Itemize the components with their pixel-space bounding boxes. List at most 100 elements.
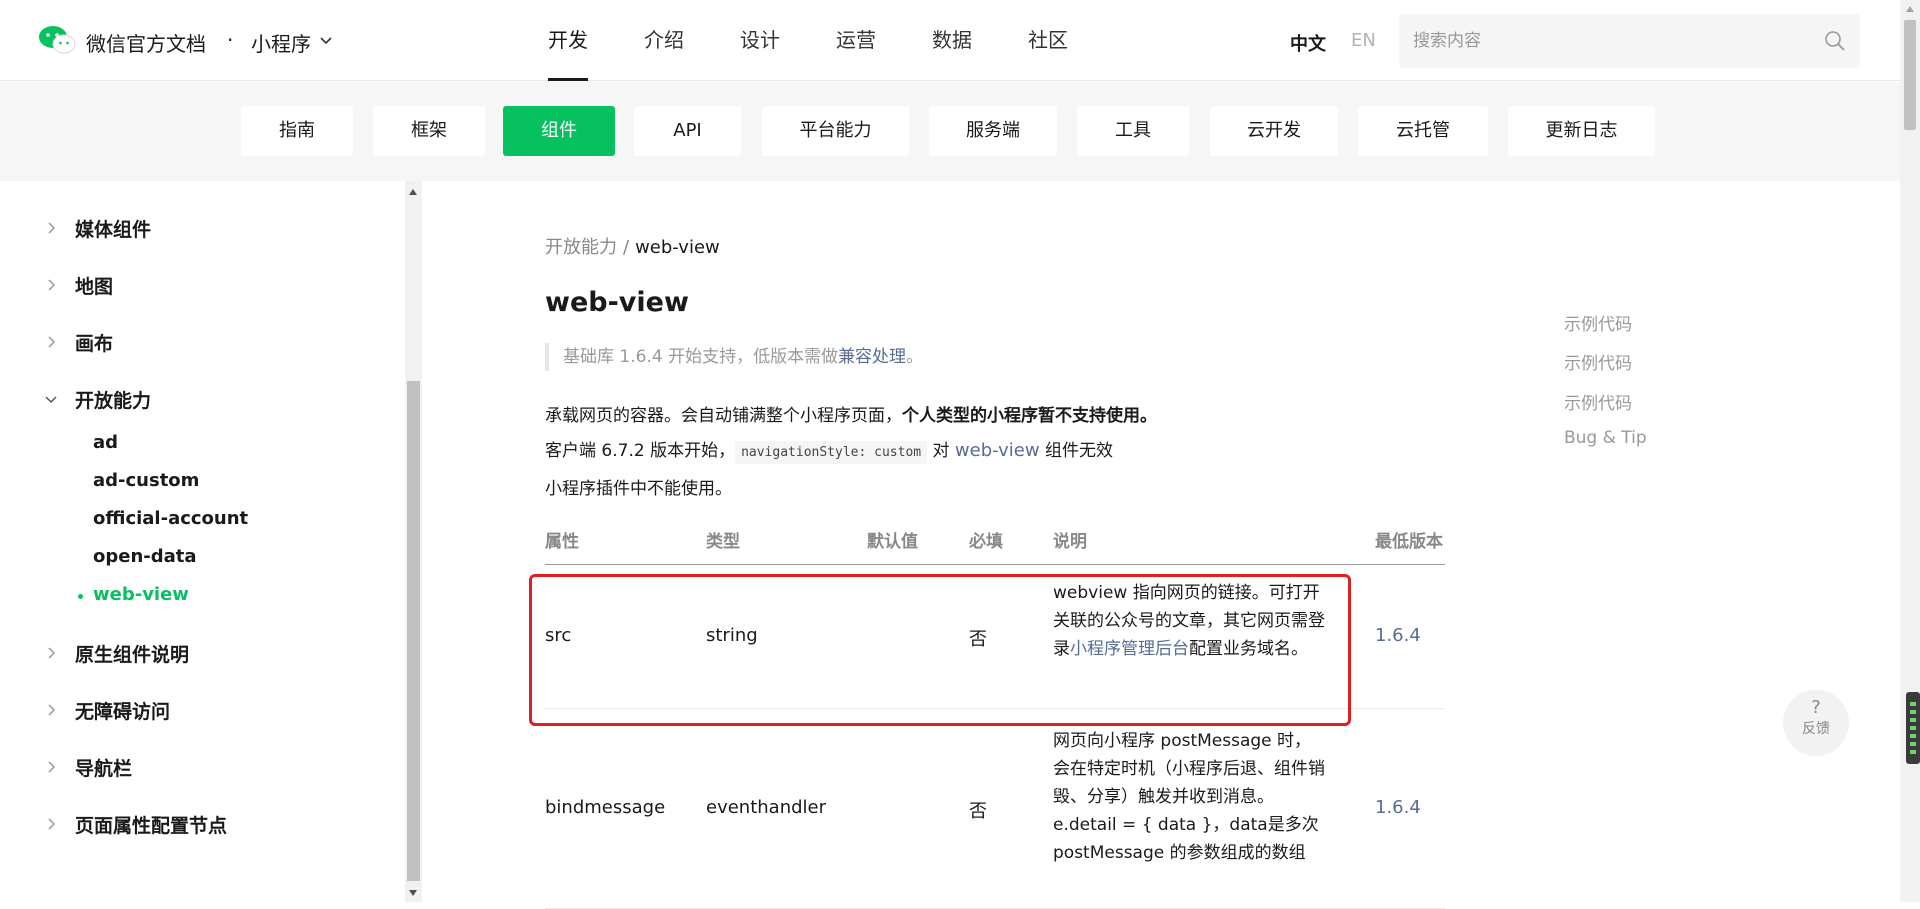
category-server[interactable]: 服务端 — [929, 106, 1057, 156]
active-dot-icon — [78, 594, 83, 599]
chevron-down-icon[interactable] — [320, 35, 332, 47]
nav-intro[interactable]: 介绍 — [644, 0, 684, 81]
client-note-suffix: 组件无效 — [1039, 441, 1113, 461]
chevron-right-icon — [48, 279, 56, 291]
category-platform[interactable]: 平台能力 — [762, 106, 909, 156]
toc-item-example-3[interactable]: 示例代码 — [1564, 389, 1632, 414]
cell-required: 否 — [969, 629, 987, 650]
search-input[interactable] — [1413, 14, 1813, 68]
top-header: 微信官方文档 · 小程序 开发 介绍 设计 运营 数据 社区 中文 EN — [0, 0, 1900, 81]
client-note-paragraph: 客户端 6.7.2 版本开始， navigationStyle: custom 对… — [545, 436, 1113, 464]
admin-console-link[interactable]: 小程序管理后台 — [1070, 639, 1189, 659]
toc-item-bug-tip[interactable]: Bug & Tip — [1564, 428, 1647, 448]
main-nav: 开发 介绍 设计 运营 数据 社区 — [548, 0, 1124, 81]
description-text: 承载网页的容器。会自动铺满整个小程序页面， — [545, 406, 902, 426]
lang-chinese[interactable]: 中文 — [1290, 30, 1326, 56]
sidebar-item-label: 媒体组件 — [75, 218, 152, 241]
category-api[interactable]: API — [634, 106, 741, 156]
category-bar: 指南 框架 组件 API 平台能力 服务端 工具 云开发 云托管 更新日志 — [0, 82, 1900, 181]
chevron-right-icon — [48, 222, 56, 234]
breadcrumb-parent[interactable]: 开放能力 — [545, 237, 617, 258]
scroll-up-icon[interactable] — [409, 189, 417, 195]
description-paragraph: 承载网页的容器。会自动铺满整个小程序页面，个人类型的小程序暂不支持使用。 — [545, 401, 1157, 426]
header-type: 类型 — [706, 532, 740, 552]
cell-version: 1.6.4 — [1375, 625, 1421, 646]
cell-description: webview 指向网页的链接。可打开关联的公众号的文章，其它网页需登录小程序管… — [1053, 579, 1325, 663]
nav-community[interactable]: 社区 — [1028, 0, 1068, 81]
web-view-link[interactable]: web-view — [955, 440, 1040, 461]
category-cloud-hosting[interactable]: 云托管 — [1358, 106, 1488, 156]
chevron-right-icon — [48, 704, 56, 716]
scroll-down-icon[interactable] — [409, 890, 417, 896]
sidebar-subitem-web-view[interactable]: web-view — [93, 584, 189, 605]
nav-operations[interactable]: 运营 — [836, 0, 876, 81]
scrollbar-thumb[interactable] — [407, 381, 420, 881]
description-text: 网页向小程序 postMessage 时，会在特定时机（小程序后退、组件销毁、分… — [1053, 731, 1325, 863]
cell-type: eventhandler — [706, 797, 827, 818]
description-bold: 个人类型的小程序暂不支持使用。 — [902, 406, 1157, 426]
nav-data[interactable]: 数据 — [932, 0, 972, 81]
toc-item-example-1[interactable]: 示例代码 — [1564, 310, 1632, 335]
breadcrumb-current: web-view — [635, 237, 720, 258]
nav-design[interactable]: 设计 — [740, 0, 780, 81]
sidebar-subitem-open-data[interactable]: open-data — [93, 546, 197, 567]
search-box — [1399, 14, 1860, 68]
chevron-right-icon — [48, 647, 56, 659]
sidebar-item-label: 无障碍访问 — [75, 700, 171, 723]
cell-required: 否 — [969, 801, 987, 822]
scrollbar-thumb[interactable] — [1904, 20, 1916, 130]
sidebar-item-label: 原生组件说明 — [75, 643, 190, 666]
chevron-right-icon — [48, 761, 56, 773]
chevron-right-icon — [48, 336, 56, 348]
header-description: 说明 — [1053, 532, 1087, 552]
sidebar-subitem-ad[interactable]: ad — [93, 432, 118, 453]
header-attr: 属性 — [545, 532, 579, 552]
category-tools[interactable]: 工具 — [1077, 106, 1189, 156]
toc-item-example-2[interactable]: 示例代码 — [1564, 349, 1632, 374]
cell-attr: bindmessage — [545, 797, 666, 818]
category-framework[interactable]: 框架 — [373, 106, 485, 156]
note-text: 基础库 1.6.4 开始支持，低版本需做 — [563, 347, 839, 367]
client-note-text: 客户端 6.7.2 版本开始， — [545, 441, 736, 461]
search-icon[interactable] — [1824, 30, 1846, 52]
side-widget-icon[interactable] — [1906, 692, 1920, 764]
category-guide[interactable]: 指南 — [241, 106, 353, 156]
product-selector[interactable]: 小程序 — [251, 28, 311, 57]
client-note-mid: 对 — [927, 441, 955, 461]
sidebar-item-label: 导航栏 — [75, 757, 133, 780]
category-components[interactable]: 组件 — [503, 106, 615, 156]
nav-develop[interactable]: 开发 — [548, 0, 588, 81]
cell-attr: src — [545, 625, 572, 646]
cell-type: string — [706, 625, 758, 646]
version-note: 基础库 1.6.4 开始支持，低版本需做兼容处理。 — [545, 343, 923, 371]
cell-version: 1.6.4 — [1375, 797, 1421, 818]
scroll-up-icon[interactable] — [1906, 6, 1914, 12]
breadcrumb-separator: / — [623, 237, 630, 258]
table-row: src string 否 webview 指向网页的链接。可打开关联的公众号的文… — [545, 567, 1445, 709]
chevron-right-icon — [48, 818, 56, 830]
sidebar-scrollbar[interactable] — [405, 181, 422, 902]
feedback-button[interactable]: ? 反馈 — [1783, 690, 1849, 756]
sidebar-item-label: 页面属性配置节点 — [75, 814, 228, 837]
sidebar: 媒体组件 地图 画布 开放能力 ad ad-custom official-ac… — [0, 181, 406, 902]
lang-english[interactable]: EN — [1351, 30, 1376, 51]
header-required: 必填 — [969, 532, 1003, 552]
inline-code: navigationStyle: custom — [735, 441, 928, 464]
category-changelog[interactable]: 更新日志 — [1508, 106, 1655, 156]
header-min-version: 最低版本 — [1375, 532, 1443, 552]
question-icon: ? — [1811, 697, 1821, 718]
brand-title[interactable]: 微信官方文档 — [86, 28, 206, 57]
sidebar-subitem-ad-custom[interactable]: ad-custom — [93, 470, 199, 491]
page-scrollbar[interactable] — [1900, 0, 1920, 902]
category-cloud-dev[interactable]: 云开发 — [1210, 106, 1338, 156]
table-header: 属性 类型 默认值 必填 说明 最低版本 — [545, 527, 1445, 565]
brand-separator: · — [227, 28, 234, 52]
description-suffix: 配置业务域名。 — [1189, 639, 1308, 659]
page-title: web-view — [545, 287, 689, 318]
sidebar-subitem-official-account[interactable]: official-account — [93, 508, 248, 529]
breadcrumb: 开放能力 / web-view — [545, 233, 720, 259]
sidebar-item-label: 地图 — [75, 275, 114, 298]
feedback-label: 反馈 — [1802, 721, 1830, 737]
wechat-logo-icon[interactable] — [38, 25, 76, 55]
compat-link[interactable]: 兼容处理 — [838, 347, 906, 367]
